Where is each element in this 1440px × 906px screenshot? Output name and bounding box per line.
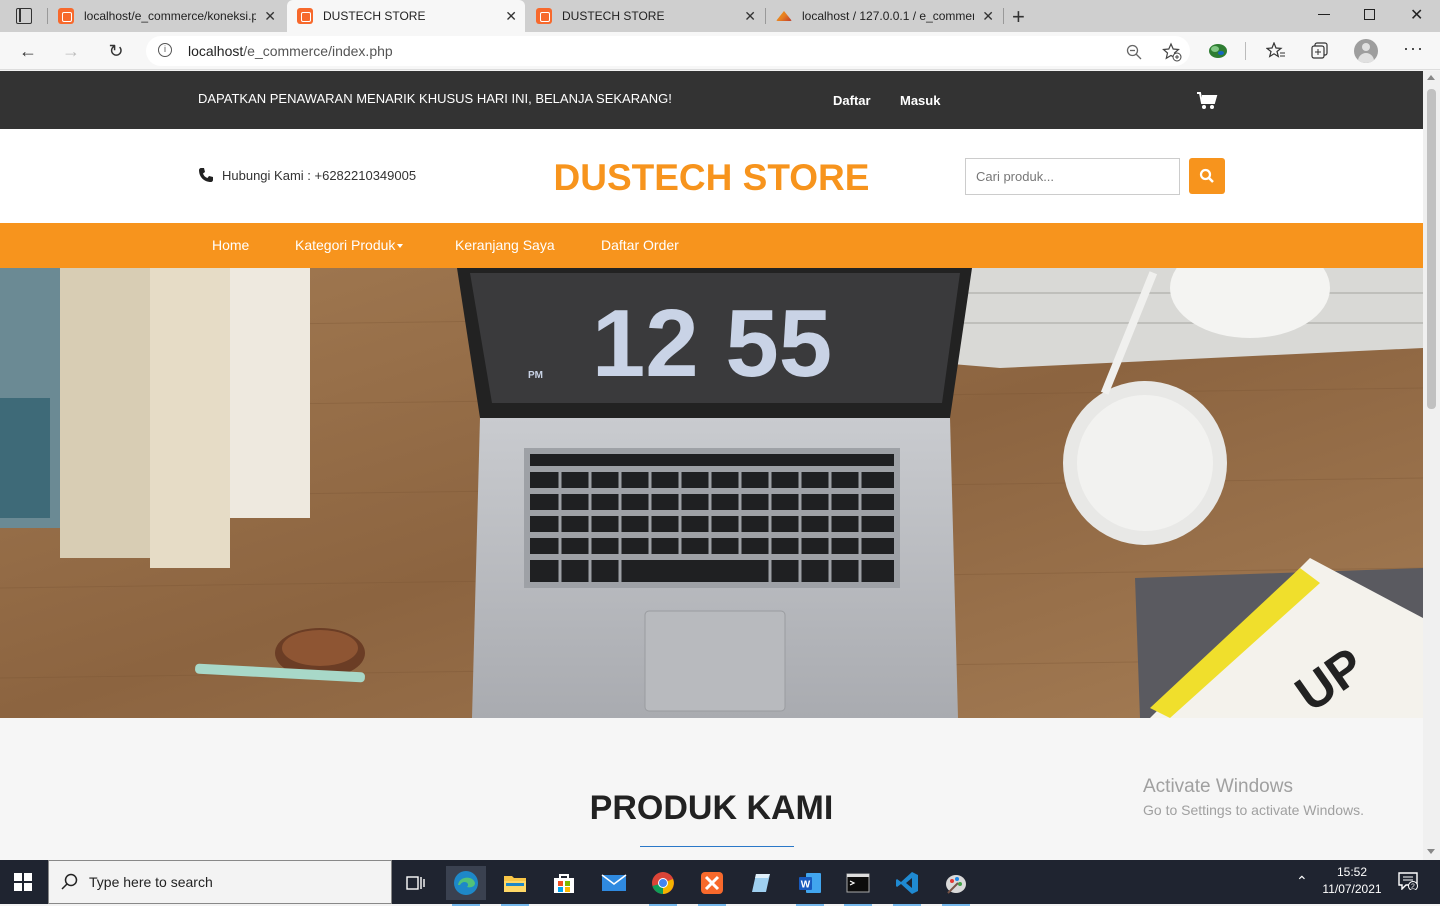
svg-text:2: 2 [1411,884,1415,891]
watermark-title: Activate Windows [1143,776,1293,797]
web-page: DAPATKAN PENAWARAN MENARIK KHUSUS HARI I… [0,71,1423,860]
top-bar: DAPATKAN PENAWARAN MENARIK KHUSUS HARI I… [0,71,1423,129]
register-link[interactable]: Daftar [833,93,871,108]
chevron-up-icon[interactable]: ⌃ [1296,873,1308,890]
forward-icon[interactable]: → [60,40,82,62]
xampp-icon [536,8,552,24]
restore-icon[interactable] [1364,9,1375,20]
watermark-subtitle: Go to Settings to activate Windows. [1143,802,1364,818]
file-explorer-icon[interactable] [495,866,535,906]
tab-title: localhost/e_commerce/koneksi.p [84,9,256,23]
edge-app-icon[interactable] [446,866,486,906]
search-input[interactable] [965,158,1180,195]
favorite-add-icon[interactable] [1162,42,1182,62]
back-icon[interactable]: ← [17,40,39,62]
tab-title: DUSTECH STORE [562,9,665,23]
search-button[interactable] [1189,158,1225,194]
login-link[interactable]: Masuk [900,93,940,108]
close-tab-icon[interactable]: ✕ [982,8,994,25]
nav-kategori-label: Kategori Produk [295,237,396,253]
nav-home[interactable]: Home [212,237,249,253]
notepad-app-icon[interactable] [741,866,781,900]
svg-text:PM: PM [528,370,543,381]
taskbar-search-box[interactable]: Type here to search [48,860,392,904]
activate-windows-watermark: Activate Windows Go to Settings to activ… [1143,776,1364,818]
svg-text:W: W [801,880,811,891]
notification-icon[interactable]: 2 [1398,872,1418,890]
word-app-icon[interactable]: W [790,866,830,906]
browser-toolbar: ← → ↻ i localhost/e_commerce/index.php ·… [0,32,1440,70]
site-header: Hubungi Kami : +6282210349005 DUSTECH ST… [0,129,1423,223]
taskbar-search-text: Type here to search [89,874,213,890]
new-tab-icon[interactable]: + [1012,4,1025,30]
phpmyadmin-icon [776,8,792,24]
clock-time: 15:52 [1336,865,1368,879]
scrollbar-thumb[interactable] [1427,89,1436,409]
search-icon [1199,168,1214,183]
tab-actions-icon[interactable] [16,8,32,24]
taskbar-clock[interactable]: 15:52 11/07/2021 [1320,864,1384,898]
close-window-icon[interactable]: ✕ [1410,5,1423,25]
site-info-icon[interactable]: i [158,43,172,57]
nav-daftar-order[interactable]: Daftar Order [601,237,679,253]
laptop-clock-text: 12 55 [592,290,832,397]
refresh-icon[interactable]: ↻ [105,40,127,62]
xampp-icon [297,8,313,24]
minimize-icon[interactable] [1318,14,1330,15]
windows-taskbar: Type here to search W ⌃ 15:52 11/07/2021… [0,860,1440,906]
address-bar[interactable]: i localhost/e_commerce/index.php [146,36,1190,66]
clock-date: 11/07/2021 [1322,882,1382,896]
favorites-icon[interactable] [1266,42,1286,60]
close-tab-icon[interactable]: ✕ [744,8,756,25]
main-nav: Home Kategori Produk Keranjang Saya Daft… [0,223,1423,268]
tab-title: localhost / 127.0.0.1 / e_commer [802,9,974,23]
browser-tab-1[interactable]: localhost/e_commerce/koneksi.p ✕ [48,0,284,32]
section-divider [640,846,794,847]
close-tab-icon[interactable]: ✕ [505,8,517,25]
cart-icon[interactable] [1196,91,1218,111]
nav-kategori-produk[interactable]: Kategori Produk [295,237,404,253]
profile-avatar[interactable] [1354,39,1378,63]
task-view-icon[interactable] [396,866,436,900]
browser-tab-4[interactable]: localhost / 127.0.0.1 / e_commer ✕ [766,0,1002,32]
tab-title: DUSTECH STORE [323,9,426,23]
xampp-icon [58,8,74,24]
store-app-icon[interactable] [544,866,584,900]
url-text: localhost/e_commerce/index.php [188,43,393,59]
close-tab-icon[interactable]: ✕ [264,8,276,25]
vscode-app-icon[interactable] [887,866,927,906]
promo-text: DAPATKAN PENAWARAN MENARIK KHUSUS HARI I… [198,91,672,106]
browser-tab-2[interactable]: DUSTECH STORE ✕ [287,0,525,32]
browser-tab-strip: localhost/e_commerce/koneksi.p ✕ DUSTECH… [0,0,1440,32]
paint-app-icon[interactable] [936,866,976,906]
chrome-app-icon[interactable] [643,866,683,906]
collections-icon[interactable] [1311,42,1329,60]
terminal-app-icon[interactable] [838,866,878,906]
mail-app-icon[interactable] [594,866,634,900]
xampp-app-icon[interactable] [692,866,732,906]
windows-start-icon[interactable] [14,873,32,891]
browser-tab-3[interactable]: DUSTECH STORE ✕ [526,0,764,32]
caret-down-icon [397,244,404,249]
nav-keranjang-saya[interactable]: Keranjang Saya [455,237,555,253]
more-menu-icon[interactable]: ··· [1403,38,1424,59]
search-icon [61,873,78,890]
extension-icon[interactable] [1208,42,1228,60]
hero-illustration: 12 55 PM UP [0,268,1423,718]
page-scrollbar[interactable] [1423,71,1440,860]
hero-banner-image: 12 55 PM UP [0,268,1423,718]
zoom-out-icon[interactable] [1126,44,1142,60]
